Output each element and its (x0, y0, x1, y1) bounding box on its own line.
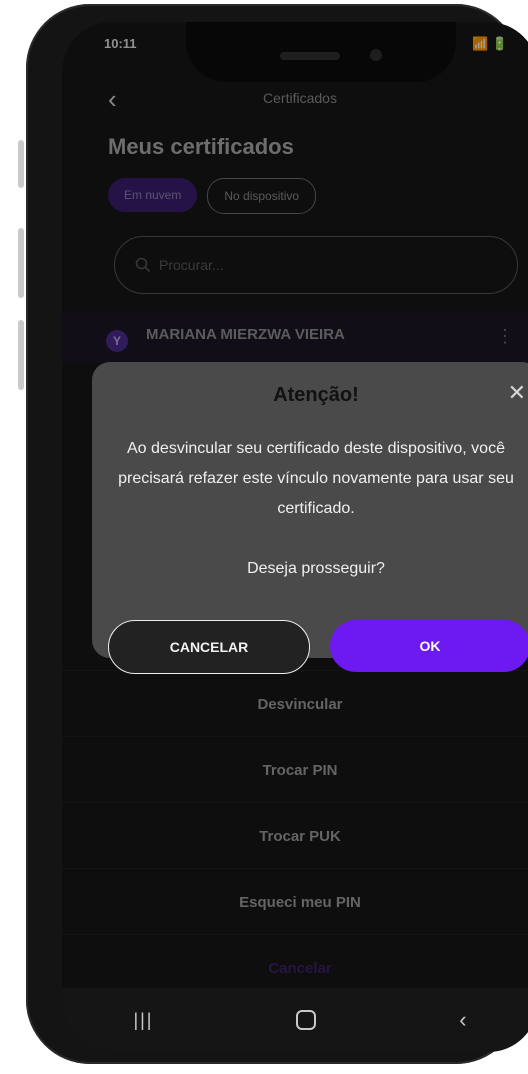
home-icon[interactable] (296, 1010, 317, 1030)
cancel-button[interactable]: CANCELAR (108, 620, 310, 674)
ok-button[interactable]: OK (330, 620, 528, 672)
side-button-1 (18, 140, 24, 188)
close-icon[interactable]: ✕ (508, 380, 526, 406)
screen: 10:11 📶 🔋 ‹ Certificados Meus certificad… (62, 22, 528, 1052)
recent-apps-icon[interactable]: ||| (133, 1010, 153, 1031)
phone-frame: 10:11 📶 🔋 ‹ Certificados Meus certificad… (26, 4, 528, 1064)
confirmation-dialog: Atenção! ✕ Ao desvincular seu certificad… (92, 362, 528, 674)
side-button-3 (18, 320, 24, 390)
dialog-message: Ao desvincular seu certificado deste dis… (118, 440, 514, 517)
dialog-question: Deseja prosseguir? (247, 560, 385, 577)
back-nav-icon[interactable]: ‹ (459, 1007, 466, 1033)
dialog-title: Atenção! (273, 384, 359, 406)
side-button-2 (18, 228, 24, 298)
android-navbar: ||| ‹ (62, 988, 528, 1052)
